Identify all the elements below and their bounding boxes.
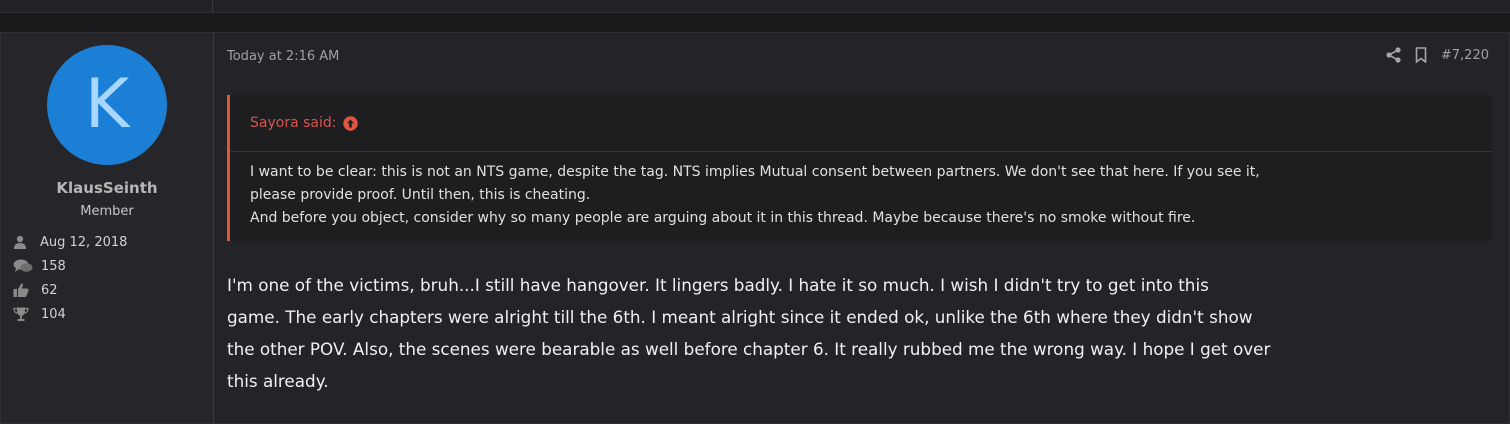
stat-messages-value: 158 — [41, 258, 66, 274]
thumbs-up-icon — [13, 283, 31, 297]
stat-messages: 158 — [13, 256, 66, 276]
trophy-icon — [13, 307, 31, 321]
bookmark-icon[interactable] — [1415, 47, 1427, 63]
quote-line: please provide proof. Until then, this i… — [250, 187, 591, 203]
user-icon — [13, 235, 31, 249]
comments-icon — [13, 259, 33, 273]
stat-joined-value: Aug 12, 2018 — [40, 234, 128, 250]
stat-points-value: 104 — [41, 306, 66, 322]
user-title: Member — [80, 204, 134, 219]
message-line: game. The early chapters were alright ti… — [227, 307, 1253, 327]
quote-line: And before you object, consider why so m… — [250, 210, 1196, 226]
message-line: this already. — [227, 371, 329, 391]
forum-post: K KlausSeinth Member Aug 12, 2018 158 62 — [0, 32, 1510, 424]
previous-post-user-cell — [0, 0, 213, 12]
post-date-link[interactable]: Today at 2:16 AM — [227, 49, 339, 64]
share-icon[interactable] — [1386, 47, 1401, 63]
avatar[interactable]: K — [47, 45, 167, 165]
stat-joined: Aug 12, 2018 — [13, 232, 127, 252]
post-actions: #7,220 — [1372, 47, 1489, 63]
quote-header: Sayora said: — [230, 95, 1492, 152]
user-cell: K KlausSeinth Member Aug 12, 2018 158 62 — [1, 33, 214, 423]
quote-block: Sayora said: I want to be clear: this is… — [227, 95, 1492, 241]
post-message: I'm one of the victims, bruh...I still h… — [227, 269, 1495, 397]
stat-points: 104 — [13, 304, 66, 324]
quote-line: I want to be clear: this is not an NTS g… — [250, 164, 1260, 180]
stat-reactions: 62 — [13, 280, 58, 300]
post-number-link[interactable]: #7,220 — [1441, 48, 1489, 63]
quote-body: I want to be clear: this is not an NTS g… — [230, 152, 1492, 230]
username-link[interactable]: KlausSeinth — [1, 179, 213, 197]
quote-author-link[interactable]: Sayora said: — [250, 115, 336, 131]
previous-post-edge — [0, 0, 1510, 13]
arrow-up-circle-icon[interactable] — [343, 115, 359, 131]
message-line: I'm one of the victims, bruh...I still h… — [227, 275, 1209, 295]
message-line: the other POV. Also, the scenes were bea… — [227, 339, 1271, 359]
stat-reactions-value: 62 — [41, 282, 58, 298]
